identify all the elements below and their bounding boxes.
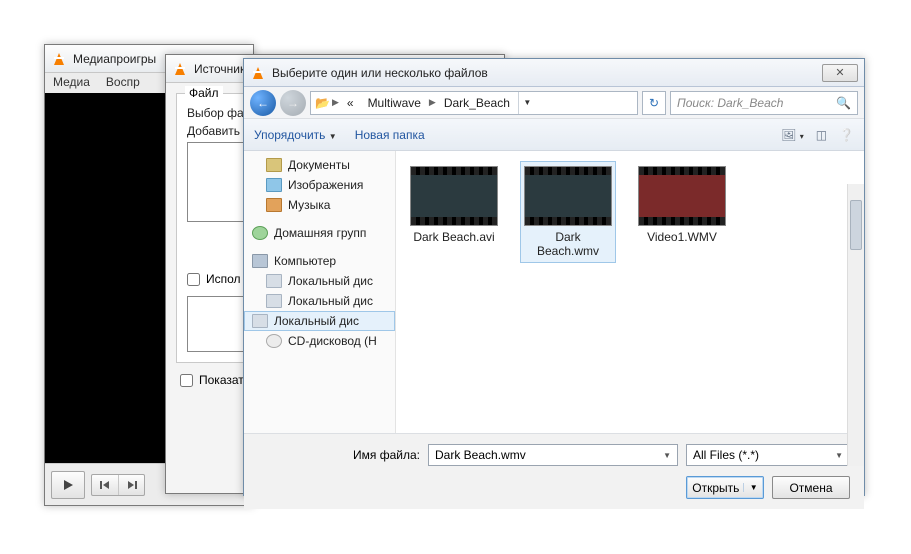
file-thumbnail	[410, 166, 498, 226]
drive-icon	[252, 314, 268, 328]
vlc-cone-icon	[51, 51, 67, 67]
chevron-down-icon[interactable]: ▼	[835, 451, 843, 460]
organize-button[interactable]: Упорядочить ▼	[254, 128, 337, 142]
filename-label: Имя файла:	[353, 448, 420, 462]
dialog-footer: Имя файла: Dark Beach.wmv ▼ All Files (*…	[244, 433, 864, 509]
file-thumbnail	[524, 166, 612, 226]
search-icon[interactable]: 🔍	[836, 96, 851, 110]
homegroup-icon	[252, 226, 268, 240]
search-input[interactable]: Поиск: Dark_Beach 🔍	[670, 91, 858, 115]
nav-row: ← → 📂 ▶ « Multiwave ▶ Dark_Beach ▼ ↻ Пои…	[244, 87, 864, 119]
file-name: Video1.WMV	[647, 230, 717, 244]
file-thumbnail	[638, 166, 726, 226]
tree-music[interactable]: Музыка	[244, 195, 395, 215]
view-options-button[interactable]: 🖼 ▾	[781, 128, 804, 142]
dialog-body: Документы Изображения Музыка Домашняя гр…	[244, 151, 864, 433]
dialog-titlebar[interactable]: Выберите один или несколько файлов ✕	[244, 59, 864, 87]
chevron-down-icon[interactable]: ▼	[743, 483, 758, 492]
next-button[interactable]	[118, 475, 144, 495]
breadcrumb-sep0: «	[341, 96, 360, 110]
play-button[interactable]	[51, 471, 85, 499]
drive-icon	[266, 294, 282, 308]
computer-icon	[252, 254, 268, 268]
filetype-combo[interactable]: All Files (*.*) ▼	[686, 444, 850, 466]
chevron-right-icon[interactable]: ▶	[429, 97, 436, 108]
drive-icon	[266, 274, 282, 288]
use-checkbox[interactable]	[187, 273, 200, 286]
breadcrumb-part-2[interactable]: Dark_Beach	[438, 96, 516, 110]
tree-images[interactable]: Изображения	[244, 175, 395, 195]
open-button[interactable]: Открыть ▼	[686, 476, 764, 499]
music-icon	[266, 198, 282, 212]
filename-value: Dark Beach.wmv	[435, 448, 526, 462]
filetype-value: All Files (*.*)	[693, 448, 759, 462]
preview-pane-button[interactable]: ◫	[816, 128, 827, 142]
refresh-button[interactable]: ↻	[642, 91, 666, 115]
tree-cd[interactable]: CD-дисковод (Н	[244, 331, 395, 351]
tree-computer[interactable]: Компьютер	[244, 251, 395, 271]
file-group-legend: Файл	[185, 86, 223, 100]
help-button[interactable]: ❔	[839, 128, 854, 142]
vlc-cone-icon	[250, 65, 266, 81]
tree-homegroup[interactable]: Домашняя групп	[244, 223, 395, 243]
dialog-toolbar: Упорядочить ▼ Новая папка 🖼 ▾ ◫ ❔	[244, 119, 864, 151]
cancel-button[interactable]: Отмена	[772, 476, 850, 499]
breadcrumb-part-1[interactable]: Multiwave	[362, 96, 427, 110]
breadcrumb[interactable]: 📂 ▶ « Multiwave ▶ Dark_Beach ▼	[310, 91, 638, 115]
chevron-down-icon[interactable]: ▼	[663, 451, 671, 460]
chevron-down-icon: ▼	[329, 132, 337, 141]
menu-media[interactable]: Медиа	[53, 75, 90, 91]
cd-icon	[266, 334, 282, 348]
tree-drive-c[interactable]: Локальный дис	[244, 311, 395, 331]
tree-documents[interactable]: Документы	[244, 155, 395, 175]
vlc-cone-icon	[172, 61, 188, 77]
file-name: Dark Beach.wmv	[525, 230, 611, 258]
tree-drive-b[interactable]: Локальный дис	[244, 291, 395, 311]
file-list[interactable]: Dark Beach.avi Dark Beach.wmv Video1.WMV	[396, 151, 864, 433]
folder-icon: 📂	[315, 96, 330, 110]
file-open-dialog: Выберите один или несколько файлов ✕ ← →…	[243, 58, 865, 496]
forward-button[interactable]: →	[280, 90, 306, 116]
menu-playback[interactable]: Воспр	[106, 75, 140, 91]
images-icon	[266, 178, 282, 192]
breadcrumb-dropdown[interactable]: ▼	[518, 92, 536, 114]
prev-next-group	[91, 474, 145, 496]
search-placeholder: Поиск: Dark_Beach	[677, 96, 783, 110]
file-item[interactable]: Video1.WMV	[634, 161, 730, 249]
file-name: Dark Beach.avi	[413, 230, 494, 244]
chevron-right-icon[interactable]: ▶	[332, 97, 339, 108]
vertical-scrollbar[interactable]	[847, 184, 864, 466]
nav-tree[interactable]: Документы Изображения Музыка Домашняя гр…	[244, 151, 396, 433]
tree-drive-a[interactable]: Локальный дис	[244, 271, 395, 291]
file-item[interactable]: Dark Beach.wmv	[520, 161, 616, 263]
back-button[interactable]: ←	[250, 90, 276, 116]
dialog-title: Выберите один или несколько файлов	[270, 66, 818, 80]
scrollbar-thumb[interactable]	[850, 200, 862, 250]
filename-input[interactable]: Dark Beach.wmv ▼	[428, 444, 678, 466]
previous-button[interactable]	[92, 475, 118, 495]
close-button[interactable]: ✕	[822, 64, 858, 82]
file-item[interactable]: Dark Beach.avi	[406, 161, 502, 249]
folder-icon	[266, 158, 282, 172]
show-checkbox[interactable]	[180, 374, 193, 387]
use-checkbox-label: Испол	[206, 272, 241, 286]
new-folder-button[interactable]: Новая папка	[355, 128, 425, 142]
